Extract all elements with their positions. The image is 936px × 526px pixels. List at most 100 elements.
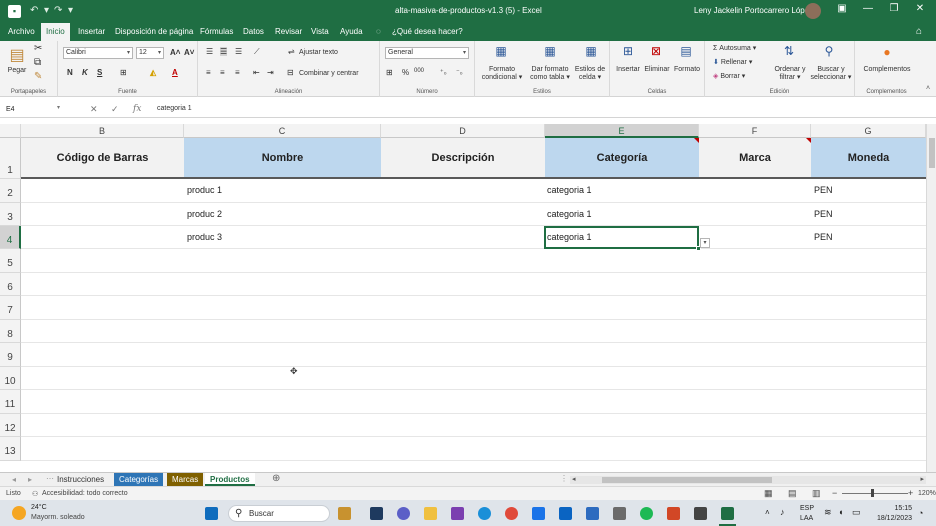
percent-icon[interactable]: % bbox=[402, 68, 409, 77]
page-break-icon[interactable]: ▥ bbox=[812, 488, 821, 499]
merge-center-button[interactable]: Combinar y centrar bbox=[299, 70, 359, 78]
tab-ayuda[interactable]: Ayuda bbox=[340, 27, 363, 36]
ribbon-display-icon[interactable]: ▣ bbox=[832, 3, 852, 14]
tab-insertar[interactable]: Insertar bbox=[78, 27, 105, 36]
microphone-icon[interactable]: ♪ bbox=[780, 507, 785, 517]
powerpoint-icon[interactable] bbox=[667, 507, 680, 520]
next-sheet-icon[interactable]: ▸ bbox=[28, 475, 32, 484]
tab-datos[interactable]: Datos bbox=[243, 27, 264, 36]
notification-bell-icon[interactable]: ◔ bbox=[918, 508, 923, 518]
cell-c2[interactable]: produc 1 bbox=[184, 179, 381, 202]
delete-cells-icon[interactable]: ⊠ bbox=[648, 44, 664, 58]
mail-app-icon[interactable] bbox=[559, 507, 572, 520]
weather-desc[interactable]: Mayorm. soleado bbox=[31, 514, 85, 521]
wrap-text-button[interactable]: Ajustar texto bbox=[299, 49, 338, 57]
copy-icon[interactable]: ⧉ bbox=[34, 58, 41, 68]
undo-icon[interactable]: ↶ bbox=[30, 5, 38, 16]
redo-icon[interactable]: ↷ bbox=[54, 5, 62, 16]
italic-button[interactable]: K bbox=[82, 68, 88, 77]
align-top-icon[interactable]: ☰ bbox=[206, 47, 213, 56]
tab-disposicion[interactable]: Disposición de página bbox=[115, 27, 193, 36]
chrome-browser-icon[interactable] bbox=[505, 507, 518, 520]
validation-dropdown-button[interactable]: ▾ bbox=[700, 238, 710, 248]
clock-date[interactable]: 18/12/2023 bbox=[872, 515, 912, 522]
sheet-tab-marcas[interactable]: Marcas bbox=[167, 473, 204, 486]
decrease-decimal-icon[interactable]: ⁻₀ bbox=[456, 68, 463, 76]
fill-color-icon[interactable]: ◭ bbox=[150, 68, 156, 77]
cut-icon[interactable]: ✂ bbox=[34, 44, 42, 54]
add-sheet-icon[interactable]: ⊕ bbox=[272, 473, 280, 484]
row-header-7[interactable]: 7 bbox=[0, 296, 21, 320]
insert-button[interactable]: Insertar bbox=[614, 66, 642, 74]
header-cell-descripcion[interactable]: Descripción bbox=[381, 138, 545, 177]
scroll-thumb[interactable] bbox=[929, 138, 935, 168]
page-layout-icon[interactable]: ▤ bbox=[788, 488, 797, 499]
row-header-3[interactable]: 3 bbox=[0, 203, 21, 226]
qat-customize-icon[interactable]: ▾ bbox=[68, 5, 73, 16]
cell-g3[interactable]: PEN bbox=[811, 203, 926, 226]
clock-time[interactable]: 15:15 bbox=[876, 505, 912, 512]
accessibility-status[interactable]: Accesibilidad: todo correcto bbox=[42, 490, 128, 497]
tab-split-icon[interactable]: ⋮ bbox=[560, 474, 568, 483]
spotify-icon[interactable] bbox=[640, 507, 653, 520]
avatar[interactable] bbox=[805, 3, 821, 19]
number-format-select[interactable]: General ▾ bbox=[385, 47, 469, 59]
scroll-thumb[interactable] bbox=[602, 477, 772, 483]
cell-c3[interactable]: produc 2 bbox=[184, 203, 381, 226]
cell-c4[interactable]: produc 3 bbox=[184, 226, 381, 249]
column-header-f[interactable]: F bbox=[699, 124, 811, 138]
comment-indicator[interactable] bbox=[694, 138, 699, 143]
file-explorer-icon[interactable] bbox=[424, 507, 437, 520]
wifi-icon[interactable]: ≋ bbox=[824, 507, 832, 518]
align-left-icon[interactable]: ≡ bbox=[206, 68, 211, 77]
normal-view-icon[interactable]: ▦ bbox=[764, 488, 773, 499]
cell-e2[interactable]: categoria 1 bbox=[544, 179, 699, 202]
font-name-select[interactable]: Calibri ▾ bbox=[63, 47, 133, 59]
format-painter-icon[interactable]: ✎ bbox=[34, 72, 42, 82]
align-right-icon[interactable]: ≡ bbox=[235, 68, 240, 77]
tab-formulas[interactable]: Fórmulas bbox=[200, 27, 233, 36]
orientation-icon[interactable]: ⟋ bbox=[254, 47, 260, 57]
autosum-button[interactable]: Σ Autosuma ▾ bbox=[713, 45, 756, 53]
cell-styles-button[interactable]: Estilos de celda ▾ bbox=[572, 66, 608, 82]
row-header-8[interactable]: 8 bbox=[0, 320, 21, 343]
horizontal-scrollbar[interactable]: ◂ ▸ bbox=[570, 476, 926, 484]
battery-icon[interactable]: ▭ bbox=[852, 507, 861, 518]
sheet-tab-categorias[interactable]: Categorías bbox=[114, 473, 164, 486]
scroll-right-icon[interactable]: ▸ bbox=[920, 475, 924, 483]
row-header-1[interactable]: 1 bbox=[0, 138, 21, 179]
comment-indicator[interactable] bbox=[806, 138, 811, 143]
confirm-entry-icon[interactable]: ✓ bbox=[111, 104, 119, 115]
row-header-6[interactable]: 6 bbox=[0, 273, 21, 296]
magnifier-icon[interactable]: ⚲ bbox=[821, 44, 837, 58]
user-name[interactable]: Leny Jackelin Portocarrero López bbox=[694, 6, 813, 15]
cell-e3[interactable]: categoria 1 bbox=[544, 203, 699, 226]
currency-icon[interactable]: ⊞ bbox=[386, 68, 393, 77]
bold-button[interactable]: N bbox=[67, 68, 73, 77]
borders-icon[interactable]: ⊞ bbox=[120, 68, 127, 77]
thousands-icon[interactable]: 000 bbox=[414, 68, 424, 74]
insert-function-icon[interactable]: fx bbox=[133, 104, 141, 114]
increase-decimal-icon[interactable]: ⁺₀ bbox=[440, 68, 447, 76]
sort-filter-icon[interactable]: ⇅ bbox=[781, 44, 797, 58]
row-header-10[interactable]: 10 bbox=[0, 367, 21, 390]
formula-input[interactable]: categoria 1 bbox=[157, 105, 192, 112]
language-code[interactable]: ESP bbox=[800, 505, 814, 512]
conditional-format-button[interactable]: Formato condicional ▾ bbox=[479, 66, 525, 82]
fill-button[interactable]: ⬇ Rellenar ▾ bbox=[713, 59, 752, 67]
addins-icon[interactable]: ● bbox=[879, 45, 895, 59]
cell-styles-icon[interactable]: ▦ bbox=[583, 44, 599, 58]
row-header-12[interactable]: 12 bbox=[0, 414, 21, 437]
addins-button[interactable]: Complementos bbox=[857, 66, 917, 74]
underline-button[interactable]: S bbox=[97, 68, 102, 77]
name-box[interactable]: E4 bbox=[4, 103, 64, 116]
column-header-e[interactable]: E bbox=[545, 124, 699, 138]
taskbar-search[interactable]: ⚲ Buscar bbox=[228, 505, 330, 522]
save-icon[interactable]: ▪ bbox=[8, 5, 21, 18]
tab-revisar[interactable]: Revisar bbox=[275, 27, 302, 36]
font-color-icon[interactable]: A bbox=[172, 68, 178, 77]
task-view-icon[interactable] bbox=[370, 507, 383, 520]
close-icon[interactable]: ✕ bbox=[910, 3, 930, 14]
briefcase-app-icon[interactable] bbox=[338, 507, 351, 520]
zoom-slider-thumb[interactable] bbox=[871, 489, 874, 497]
